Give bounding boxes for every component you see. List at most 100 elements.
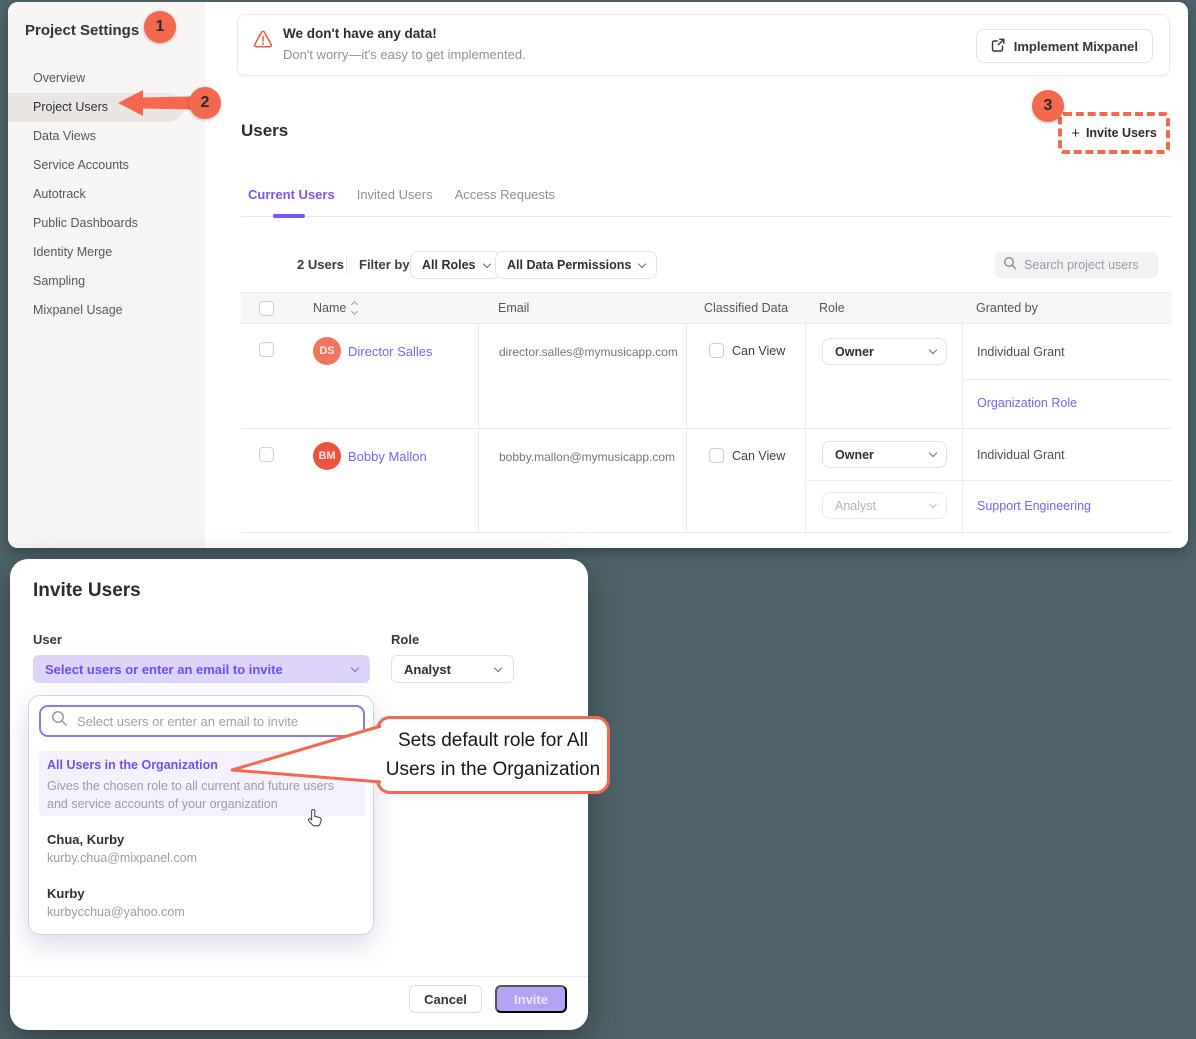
tab-access-requests[interactable]: Access Requests <box>455 187 555 202</box>
table-header-row: Name Email Classified Data Role Granted … <box>241 292 1172 324</box>
header-granted-by: Granted by <box>962 301 1172 315</box>
chevron-down-icon <box>638 259 646 267</box>
granted-by-value: Individual Grant <box>977 448 1065 462</box>
role-dropdown[interactable]: Owner <box>822 338 947 365</box>
plus-icon: + <box>1071 125 1080 142</box>
no-data-banner: We don't have any data! Don't worry—it's… <box>237 14 1170 76</box>
select-all-checkbox[interactable] <box>259 301 274 316</box>
role-select[interactable]: Analyst <box>391 655 514 683</box>
option-user-email: kurby.chua@mixpanel.com <box>47 851 197 865</box>
can-view-checkbox[interactable] <box>709 343 724 358</box>
data-permissions-filter[interactable]: All Data Permissions <box>495 251 657 279</box>
header-classified-data: Classified Data <box>686 301 805 315</box>
row-checkbox[interactable] <box>259 342 274 357</box>
annotation-step-3: 3 <box>1032 90 1064 122</box>
tab-current-users[interactable]: Current Users <box>248 187 335 202</box>
warning-icon <box>253 30 273 54</box>
users-table: Name Email Classified Data Role Granted … <box>241 292 1172 533</box>
role-select-value: Analyst <box>404 662 451 677</box>
user-email: director.salles@mymusicapp.com <box>499 345 678 359</box>
role-dropdown[interactable]: Owner <box>822 441 947 468</box>
role-field-label: Role <box>391 632 419 647</box>
settings-content: We don't have any data! Don't worry—it's… <box>205 2 1188 548</box>
implement-mixpanel-label: Implement Mixpanel <box>1014 39 1138 54</box>
search-icon <box>51 710 68 732</box>
all-roles-filter[interactable]: All Roles <box>410 251 502 279</box>
avatar: BM <box>313 442 341 470</box>
invite-users-highlight: + Invite Users <box>1058 112 1170 154</box>
user-name-link[interactable]: Director Salles <box>348 344 433 359</box>
sidebar-item-data-views[interactable]: Data Views <box>8 122 205 151</box>
tabs-divider <box>241 216 1172 217</box>
filter-by-label: Filter by <box>359 257 410 272</box>
granted-sub-divider <box>962 379 1172 380</box>
role-sub-divider <box>805 480 1172 481</box>
annotation-step-1: 1 <box>144 11 176 43</box>
sidebar-item-service-accounts[interactable]: Service Accounts <box>8 151 205 180</box>
granted-by-link[interactable]: Organization Role <box>977 396 1077 410</box>
modal-footer-divider <box>10 976 588 977</box>
chevron-down-icon <box>482 259 490 267</box>
callout-tail <box>226 722 382 793</box>
sidebar-item-public-dashboards[interactable]: Public Dashboards <box>8 209 205 238</box>
tab-invited-users[interactable]: Invited Users <box>357 187 433 202</box>
granted-by-link[interactable]: Support Engineering <box>977 499 1091 513</box>
invite-users-modal: Invite Users User Role Select users or e… <box>10 559 588 1030</box>
table-row: DS Director Salles director.salles@mymus… <box>241 324 1172 429</box>
sort-icon <box>352 302 357 314</box>
sidebar-title: Project Settings <box>25 22 139 39</box>
chevron-down-icon <box>929 449 937 457</box>
sidebar-item-mixpanel-usage[interactable]: Mixpanel Usage <box>8 296 205 325</box>
user-count: 2 Users <box>297 257 344 272</box>
toolbar-divider <box>346 256 347 274</box>
search-icon <box>1003 256 1017 275</box>
implement-mixpanel-button[interactable]: Implement Mixpanel <box>976 29 1153 63</box>
banner-title: We don't have any data! <box>283 26 437 41</box>
permissions-label: All Data Permissions <box>507 258 631 272</box>
page: Project Settings Overview Project Users … <box>0 0 1196 1039</box>
sidebar-item-sampling[interactable]: Sampling <box>8 267 205 296</box>
option-user[interactable]: Kurby <box>47 886 85 901</box>
search-input[interactable] <box>1024 258 1144 272</box>
users-toolbar: 2 Users Filter by All Roles All Data Per… <box>205 250 1188 280</box>
sidebar-item-identity-merge[interactable]: Identity Merge <box>8 238 205 267</box>
settings-sidebar: Project Settings Overview Project Users … <box>8 2 205 548</box>
project-users-search[interactable] <box>995 252 1158 278</box>
chevron-down-icon <box>929 346 937 354</box>
invite-users-label: Invite Users <box>1086 126 1157 140</box>
can-view-label: Can View <box>732 449 785 463</box>
user-field-label: User <box>33 632 62 647</box>
annotation-step-2: 2 <box>189 87 221 119</box>
sidebar-item-autotrack[interactable]: Autotrack <box>8 180 205 209</box>
user-email: bobby.mallon@mymusicapp.com <box>499 450 675 464</box>
user-name-link[interactable]: Bobby Mallon <box>348 449 427 464</box>
invite-users-button[interactable]: + Invite Users <box>1071 125 1157 142</box>
user-select-value: Select users or enter an email to invite <box>45 662 283 677</box>
page-title: Users <box>241 121 288 141</box>
can-view-label: Can View <box>732 344 785 358</box>
chevron-down-icon <box>494 663 502 671</box>
project-settings-window: Project Settings Overview Project Users … <box>8 2 1188 548</box>
table-row: BM Bobby Mallon bobby.mallon@mymusicapp.… <box>241 429 1172 533</box>
modal-title: Invite Users <box>33 580 141 602</box>
callout-bubble: Sets default role for All Users in the O… <box>376 716 610 794</box>
header-role: Role <box>805 301 962 315</box>
role-dropdown-disabled: Analyst <box>822 492 947 519</box>
invite-button[interactable]: Invite <box>495 985 567 1013</box>
option-user[interactable]: Chua, Kurby <box>47 832 124 847</box>
header-name[interactable]: Name <box>297 301 478 315</box>
granted-by-value: Individual Grant <box>977 345 1065 359</box>
cancel-button[interactable]: Cancel <box>409 985 482 1013</box>
option-user-email: kurbycchua@yahoo.com <box>47 905 185 919</box>
row-checkbox[interactable] <box>259 447 274 462</box>
chevron-down-icon <box>929 500 937 508</box>
hand-cursor-icon <box>307 808 324 832</box>
active-tab-indicator <box>273 214 305 218</box>
banner-subtitle: Don't worry—it's easy to get implemented… <box>283 47 526 62</box>
user-select[interactable]: Select users or enter an email to invite <box>33 655 370 683</box>
chevron-down-icon <box>351 663 359 671</box>
external-link-icon <box>991 38 1005 55</box>
header-email: Email <box>478 301 686 315</box>
option-all-users-title: All Users in the Organization <box>47 758 218 772</box>
can-view-checkbox[interactable] <box>709 448 724 463</box>
